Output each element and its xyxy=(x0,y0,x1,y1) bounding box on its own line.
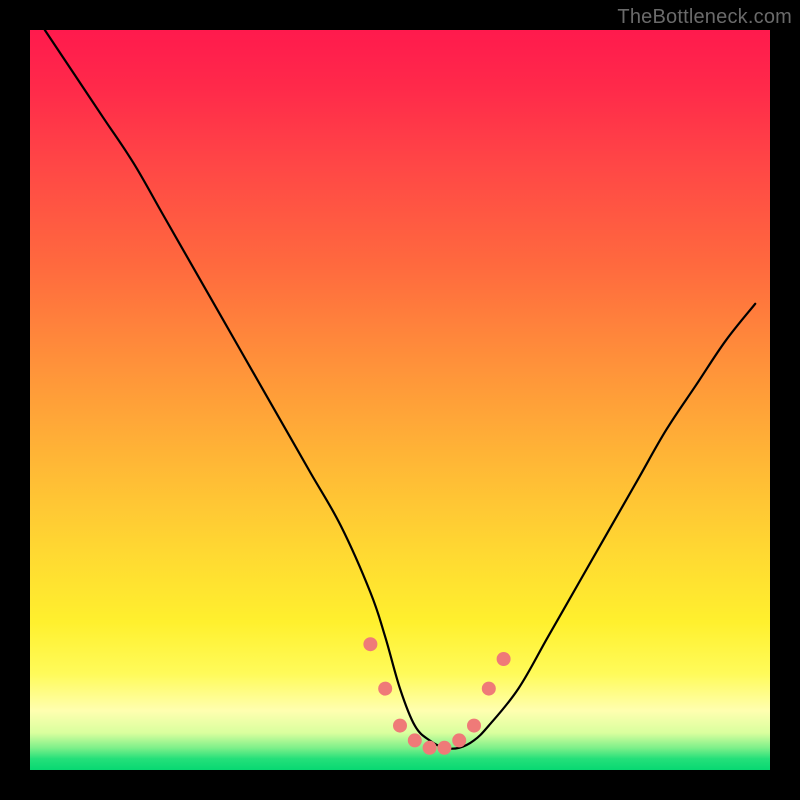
highlight-point xyxy=(378,682,392,696)
chart-container: TheBottleneck.com xyxy=(0,0,800,800)
highlight-point xyxy=(482,682,496,696)
bottleneck-curve xyxy=(45,30,755,749)
watermark-text: TheBottleneck.com xyxy=(617,6,792,29)
highlight-point xyxy=(363,637,377,651)
highlight-point xyxy=(393,719,407,733)
highlight-point xyxy=(408,733,422,747)
highlight-point xyxy=(467,719,481,733)
curve-svg xyxy=(30,30,770,770)
highlight-points xyxy=(363,637,510,755)
highlight-point xyxy=(497,652,511,666)
highlight-point xyxy=(452,733,466,747)
plot-area xyxy=(30,30,770,770)
highlight-point xyxy=(423,741,437,755)
highlight-point xyxy=(437,741,451,755)
